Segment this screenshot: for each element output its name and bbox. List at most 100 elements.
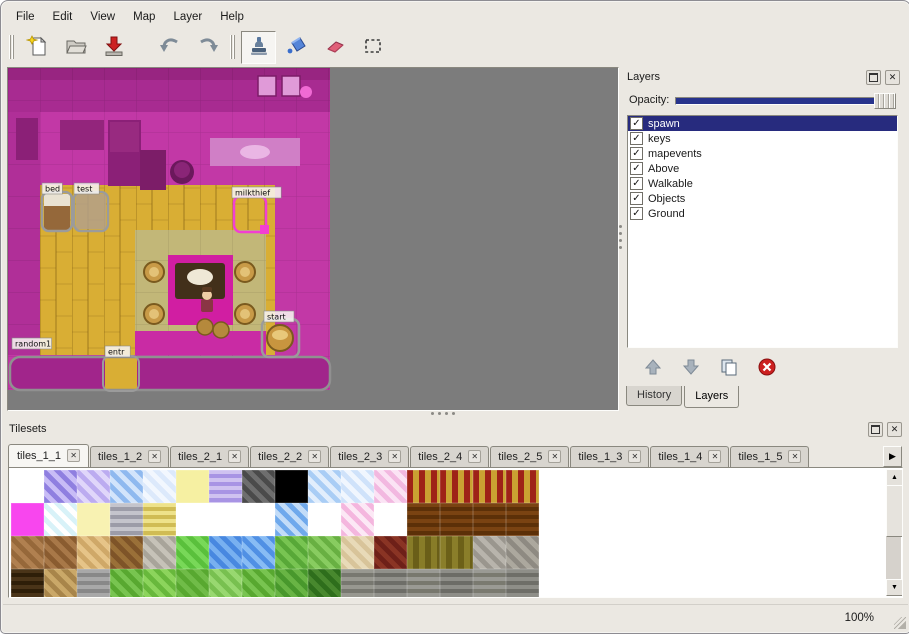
tileset-tab-tiles_2_3[interactable]: tiles_2_3✕: [330, 446, 409, 467]
menu-map[interactable]: Map: [124, 8, 164, 26]
tileset-tile[interactable]: [209, 569, 242, 598]
layer-visibility-checkbox[interactable]: ✓: [630, 177, 643, 190]
map-canvas[interactable]: bedtestmilkthiefstartrandom1entr: [7, 67, 619, 411]
tileset-tile[interactable]: [440, 503, 473, 536]
tab-close-icon[interactable]: ✕: [548, 450, 561, 463]
tileset-tile[interactable]: [506, 503, 539, 536]
tileset-tile[interactable]: [110, 536, 143, 569]
tileset-tab-tiles_1_4[interactable]: tiles_1_4✕: [650, 446, 729, 467]
tileset-tile[interactable]: [308, 470, 341, 503]
menu-view[interactable]: View: [81, 8, 124, 26]
tileset-tile[interactable]: [308, 536, 341, 569]
tab-close-icon[interactable]: ✕: [708, 450, 721, 463]
tileset-tile[interactable]: [143, 536, 176, 569]
tileset-tile[interactable]: [143, 503, 176, 536]
tileset-tile[interactable]: [473, 470, 506, 503]
tileset-tile[interactable]: [44, 470, 77, 503]
layer-row-keys[interactable]: ✓keys: [628, 131, 897, 146]
tileset-tile[interactable]: [11, 536, 44, 569]
new-map-button[interactable]: [20, 31, 55, 64]
tab-scroll-right-button[interactable]: ▶: [883, 446, 902, 467]
tileset-tile[interactable]: [110, 470, 143, 503]
window-resize-grip[interactable]: [894, 617, 906, 629]
scroll-up-button[interactable]: ▲: [886, 469, 903, 486]
layer-row-spawn[interactable]: ✓spawn: [628, 116, 897, 131]
tileset-tile[interactable]: [407, 503, 440, 536]
layer-visibility-checkbox[interactable]: ✓: [630, 207, 643, 220]
undo-button[interactable]: [152, 31, 187, 64]
tab-close-icon[interactable]: ✕: [788, 450, 801, 463]
tileset-tile[interactable]: [341, 503, 374, 536]
tileset-view[interactable]: ▲ ▼: [8, 467, 903, 598]
opacity-slider[interactable]: [675, 96, 896, 104]
tileset-tile[interactable]: [506, 536, 539, 569]
tileset-tile[interactable]: [308, 503, 341, 536]
menu-help[interactable]: Help: [211, 8, 253, 26]
tileset-tile[interactable]: [77, 503, 110, 536]
map-tilesets-splitter[interactable]: [7, 410, 904, 418]
tileset-tile[interactable]: [275, 536, 308, 569]
tileset-tile[interactable]: [275, 470, 308, 503]
tileset-tile[interactable]: [407, 569, 440, 598]
menu-edit[interactable]: Edit: [44, 8, 82, 26]
tab-close-icon[interactable]: ✕: [628, 450, 641, 463]
tileset-tile[interactable]: [473, 536, 506, 569]
tileset-tile[interactable]: [341, 470, 374, 503]
tileset-tile[interactable]: [176, 503, 209, 536]
tileset-tile[interactable]: [77, 569, 110, 598]
layer-visibility-checkbox[interactable]: ✓: [630, 132, 643, 145]
move-layer-up-button[interactable]: [641, 355, 665, 379]
tileset-tab-tiles_1_1[interactable]: tiles_1_1✕: [8, 444, 89, 467]
open-map-button[interactable]: [58, 31, 93, 64]
tab-close-icon[interactable]: ✕: [148, 450, 161, 463]
tileset-tile[interactable]: [143, 569, 176, 598]
tileset-tile[interactable]: [275, 503, 308, 536]
tileset-tile[interactable]: [308, 569, 341, 598]
tileset-tile[interactable]: [143, 470, 176, 503]
dock-tab-layers[interactable]: Layers: [684, 386, 739, 408]
float-panel-button[interactable]: [868, 422, 883, 437]
tileset-tile[interactable]: [374, 569, 407, 598]
tileset-tile[interactable]: [209, 503, 242, 536]
tileset-tile[interactable]: [374, 536, 407, 569]
tileset-tile[interactable]: [440, 536, 473, 569]
layer-row-mapevents[interactable]: ✓mapevents: [628, 146, 897, 161]
scroll-down-button[interactable]: ▼: [886, 579, 903, 596]
tileset-tile[interactable]: [77, 470, 110, 503]
layer-row-objects[interactable]: ✓Objects: [628, 191, 897, 206]
delete-layer-button[interactable]: [755, 355, 779, 379]
tileset-tab-tiles_2_4[interactable]: tiles_2_4✕: [410, 446, 489, 467]
tab-close-icon[interactable]: ✕: [228, 450, 241, 463]
tileset-tile[interactable]: [407, 470, 440, 503]
tileset-tile[interactable]: [11, 470, 44, 503]
tileset-tile[interactable]: [11, 503, 44, 536]
layer-row-walkable[interactable]: ✓Walkable: [628, 176, 897, 191]
opacity-slider-handle[interactable]: [874, 93, 896, 109]
eraser-tool-button[interactable]: [317, 31, 352, 64]
move-layer-down-button[interactable]: [679, 355, 703, 379]
duplicate-layer-button[interactable]: [717, 355, 741, 379]
tileset-tile[interactable]: [11, 569, 44, 598]
tileset-tile[interactable]: [473, 503, 506, 536]
tileset-tile[interactable]: [176, 470, 209, 503]
layer-row-above[interactable]: ✓Above: [628, 161, 897, 176]
tileset-tile[interactable]: [374, 503, 407, 536]
tab-close-icon[interactable]: ✕: [67, 449, 80, 462]
stamp-tool-button[interactable]: [241, 31, 276, 64]
layer-row-ground[interactable]: ✓Ground: [628, 206, 897, 221]
tileset-tab-tiles_2_2[interactable]: tiles_2_2✕: [250, 446, 329, 467]
toolbar-grip[interactable]: [9, 35, 14, 59]
tileset-scrollbar[interactable]: ▲ ▼: [886, 469, 901, 596]
tileset-tile[interactable]: [374, 470, 407, 503]
tileset-tile[interactable]: [209, 536, 242, 569]
tileset-tile[interactable]: [44, 503, 77, 536]
opacity-slider-track[interactable]: [675, 97, 896, 105]
rect-select-tool-button[interactable]: [355, 31, 390, 64]
dock-tab-history[interactable]: History: [626, 386, 682, 406]
tileset-tile[interactable]: [341, 569, 374, 598]
menu-layer[interactable]: Layer: [164, 8, 211, 26]
scrollbar-thumb[interactable]: [886, 485, 903, 537]
tileset-tile[interactable]: [440, 569, 473, 598]
tileset-tab-tiles_2_5[interactable]: tiles_2_5✕: [490, 446, 569, 467]
layer-visibility-checkbox[interactable]: ✓: [630, 117, 643, 130]
